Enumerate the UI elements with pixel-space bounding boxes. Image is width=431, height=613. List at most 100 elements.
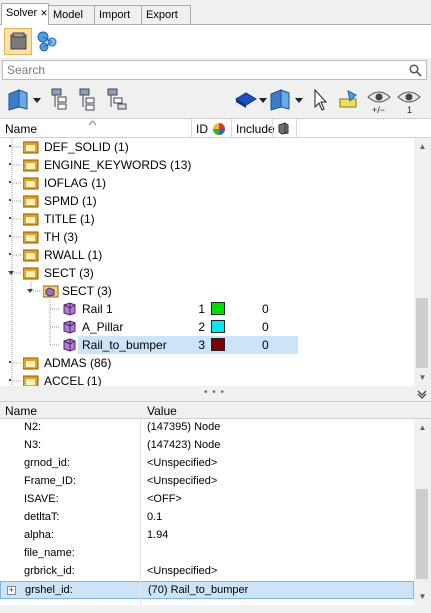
tab-export[interactable]: Export [141,5,191,24]
tree-item-include: 0 [262,320,269,334]
property-key: alpha: [24,529,54,541]
tree-scrollbar[interactable]: ▲ ▼ [414,138,431,386]
tree-item-id: 2 [198,320,205,334]
highlight-icon[interactable] [336,87,362,113]
network-view-button[interactable] [34,28,62,55]
column-name[interactable]: Name [5,122,37,136]
svg-text:+/−: +/− [372,105,385,113]
folder-icon [23,141,39,154]
property-value[interactable]: <OFF> [147,493,182,505]
tab-solver[interactable]: Solver ✕ [1,3,49,25]
property-row[interactable]: file_name: [0,545,414,563]
property-key: file_name: [24,547,75,559]
scroll-down-icon[interactable]: ▼ [414,369,431,386]
collapse-tree-icon[interactable] [76,87,100,113]
close-icon[interactable]: ✕ [40,8,48,18]
property-value[interactable]: <Unspecified> [147,565,217,577]
section-icon [63,338,76,352]
search-box[interactable] [2,60,427,80]
scroll-up-icon[interactable]: ▲ [414,138,431,155]
status-area [0,605,431,613]
color-wheel-icon[interactable] [212,122,226,136]
isolate-entity-dropdown[interactable] [268,87,304,113]
property-key: grbrick_id: [24,565,75,577]
property-row[interactable]: detltaT: 0.1 [0,509,414,527]
property-value[interactable]: <Unspecified> [147,475,217,487]
folder-icon [23,195,39,208]
tab-import[interactable]: Import [94,5,142,24]
properties-column-value[interactable]: Value [147,404,177,418]
folder-view-icon [10,32,27,50]
show-one-icon[interactable]: 1 [396,87,422,113]
property-row-selected[interactable]: + grshel_id: (70) Rail_to_bumper [0,581,414,599]
model-tree: DEF_SOLID (1) ENGINE_KEYWORDS (13) IOFLA… [0,138,414,386]
properties-scrollbar[interactable]: ▲ ▼ [414,419,431,605]
entity-display-dropdown[interactable] [6,87,42,113]
show-hide-toggle-icon[interactable]: +/− [366,87,392,113]
browser-toolbar: +/− 1 [0,83,431,117]
color-swatch[interactable] [211,302,225,315]
tree-item-include: 0 [262,302,269,316]
folder-icon [23,159,39,172]
property-row[interactable]: Frame_ID: <Unspecified> [0,473,414,491]
include-file-icon[interactable] [277,122,290,135]
collapse-chevron-icon[interactable] [416,389,428,399]
tree-item-label: Rail 1 [82,302,113,316]
color-swatch[interactable] [211,338,225,351]
property-value[interactable]: (70) Rail_to_bumper [148,584,248,596]
tab-model-label: Model [53,9,83,21]
folder-open-icon [23,267,39,280]
property-key: grshel_id: [25,584,73,596]
tree-item-id: 3 [198,338,205,352]
network-icon [37,31,57,52]
sort-ascending-icon [88,120,97,126]
property-row[interactable]: grbrick_id: <Unspecified> [0,563,414,581]
property-value[interactable]: 0.1 [147,511,162,523]
tab-model[interactable]: Model [48,5,95,24]
show-entity-dropdown[interactable] [234,87,268,113]
folder-icon [23,231,39,244]
scroll-up-icon[interactable]: ▲ [414,419,431,436]
folder-icon [23,249,39,262]
property-value[interactable]: (147395) Node [147,421,220,433]
tree-item-label: A_Pillar [82,320,124,334]
property-row[interactable]: alpha: 1.94 [0,527,414,545]
scroll-down-icon[interactable]: ▼ [414,588,431,605]
tree-item-rail-to-bumper[interactable]: Rail_to_bumper 3 0 [78,336,298,354]
column-id[interactable]: ID [196,122,208,136]
property-value[interactable]: (147423) Node [147,439,220,451]
search-icon[interactable] [409,64,422,77]
filter-tree-icon[interactable] [104,87,130,113]
property-value[interactable]: <Unspecified> [147,457,217,469]
cursor-icon[interactable] [310,87,330,113]
tab-solver-label: Solver [6,7,38,19]
property-row[interactable]: grnod_id: <Unspecified> [0,455,414,473]
properties-column-name[interactable]: Name [5,404,37,418]
column-include[interactable]: Include [236,122,275,136]
property-key: N2: [24,421,42,433]
tree-column-header: Name ID Include [0,118,431,138]
expand-icon[interactable]: + [7,586,16,595]
expand-tree-icon[interactable] [48,87,72,113]
folder-icon [23,177,39,190]
column-divider [140,419,141,605]
scroll-thumb[interactable] [416,489,428,579]
folder-icon [23,375,39,386]
splitter-grip[interactable]: • • • [204,387,225,398]
tree-item-include: 0 [262,338,269,352]
search-input[interactable] [3,61,398,79]
property-value[interactable]: 1.94 [147,529,168,541]
tree-item-label: Rail_to_bumper [82,338,167,352]
property-key: Frame_ID: [24,475,76,487]
section-folder-icon [43,285,59,298]
property-row[interactable]: ISAVE: <OFF> [0,491,414,509]
tab-import-label: Import [99,9,131,21]
property-row[interactable]: N3: (147423) Node [0,437,414,455]
property-key: ISAVE: [24,493,59,505]
panel-splitter[interactable]: • • • [0,387,431,401]
scroll-thumb[interactable] [416,298,428,368]
browser-view-button[interactable] [4,28,32,55]
tab-strip: Solver ✕ Model Import Export [0,0,431,25]
property-row[interactable]: N2: (147395) Node [0,419,414,437]
color-swatch[interactable] [211,320,225,333]
